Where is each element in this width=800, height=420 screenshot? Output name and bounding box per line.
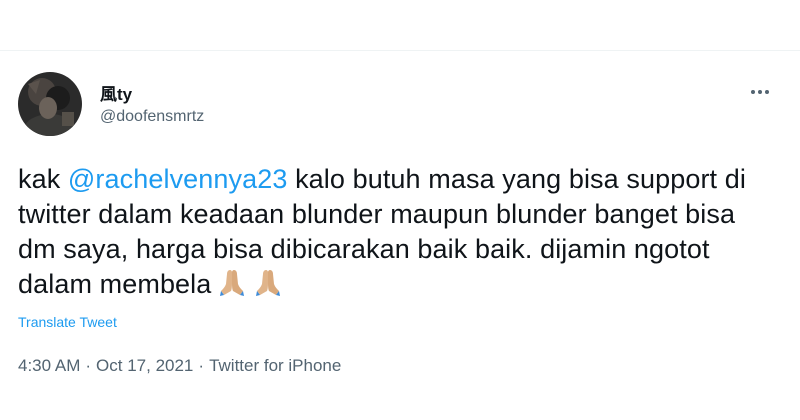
avatar[interactable]: [18, 72, 82, 136]
display-name[interactable]: 風ty: [100, 80, 132, 105]
meta-separator: ·: [85, 356, 92, 375]
tweet-source[interactable]: Twitter for iPhone: [209, 356, 341, 375]
folded-hands-icon: [253, 267, 283, 306]
more-options-button[interactable]: [742, 78, 778, 106]
mention-link[interactable]: @rachelvennya23: [68, 164, 288, 194]
translate-tweet-link[interactable]: Translate Tweet: [18, 314, 117, 330]
tweet-card: 風ty @doofensmrtz kak @rachelvennya23 kal…: [0, 0, 800, 420]
profile-photo-icon: [18, 72, 82, 136]
tweet-text: kak @rachelvennya23 kalo butuh masa yang…: [18, 162, 768, 306]
username-handle[interactable]: @doofensmrtz: [100, 108, 204, 126]
tweet-text-prefix: kak: [18, 164, 68, 194]
meta-separator: ·: [198, 356, 205, 375]
more-horizontal-icon: [751, 90, 769, 94]
tweet-time[interactable]: 4:30 AM: [18, 356, 80, 375]
divider: [0, 50, 800, 51]
folded-hands-icon: [217, 267, 247, 306]
tweet-metadata: 4:30 AM · Oct 17, 2021 · Twitter for iPhone: [18, 356, 341, 376]
tweet-date[interactable]: Oct 17, 2021: [96, 356, 193, 375]
